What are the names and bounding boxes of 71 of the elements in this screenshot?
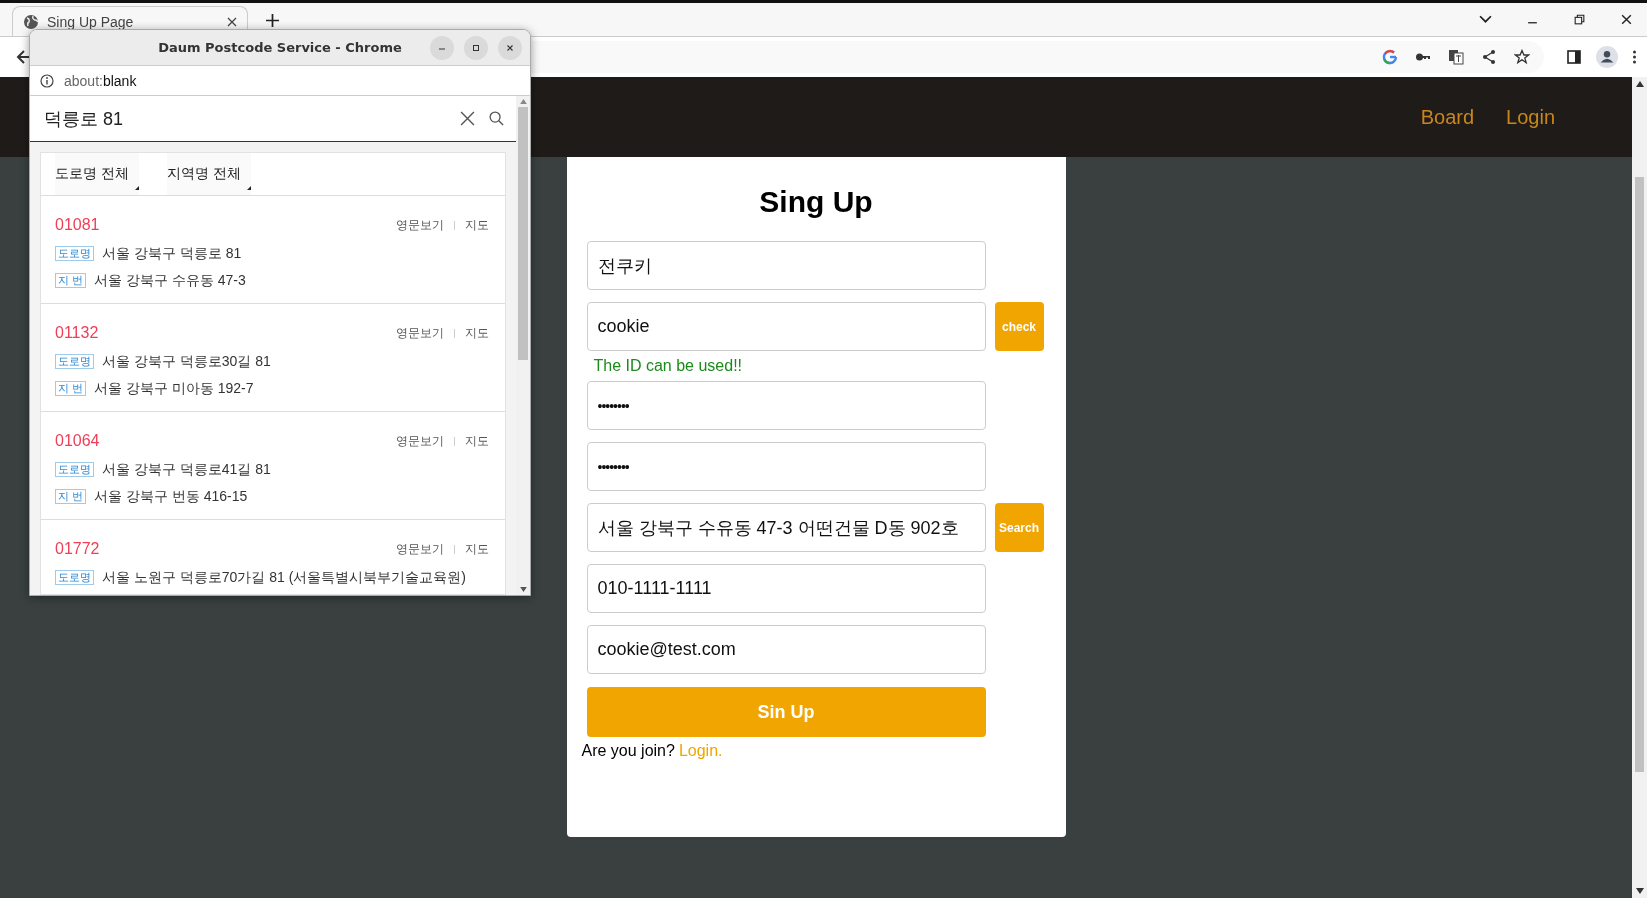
close-icon[interactable]	[1620, 13, 1633, 26]
address-link[interactable]: 서울 강북구 덕릉로41길 81	[102, 460, 271, 479]
globe-icon	[23, 13, 39, 30]
result-link[interactable]: 영문보기	[396, 216, 444, 234]
clear-icon[interactable]	[460, 111, 475, 126]
address-tag: 지 번	[55, 489, 87, 504]
address-tag: 도로명	[55, 462, 94, 477]
result-link[interactable]: 영문보기	[396, 540, 444, 558]
maximize-icon	[471, 43, 481, 53]
postcode-link[interactable]: 01132	[55, 324, 99, 342]
password-field[interactable]: ••••••••	[586, 381, 986, 430]
password-field[interactable]: ••••••••	[586, 442, 986, 491]
side-panel-icon[interactable]	[1566, 49, 1582, 65]
result-link[interactable]: 지도	[465, 216, 489, 234]
filter-dropdown[interactable]: 도로명 전체	[55, 153, 139, 195]
translate-icon[interactable]	[1448, 49, 1464, 65]
profile-icon[interactable]	[1596, 46, 1618, 68]
address-tag: 도로명	[55, 354, 94, 369]
result-link[interactable]: 지도	[465, 324, 489, 342]
id-status-message: The ID can be used!!	[593, 357, 744, 375]
address-link[interactable]: 서울 강북구 미아동 192-7	[94, 379, 254, 398]
menu-icon[interactable]	[1632, 49, 1637, 65]
input-field[interactable]: 010-1111-1111	[586, 564, 986, 613]
url-text: about:blank	[64, 72, 137, 89]
google-icon[interactable]	[1382, 49, 1398, 65]
close-icon[interactable]	[227, 16, 237, 27]
result-link[interactable]: 지도	[465, 540, 489, 558]
address-tag: 지 번	[55, 273, 87, 288]
nav-link[interactable]: Board	[1420, 105, 1475, 129]
info-icon[interactable]	[40, 73, 54, 88]
close-icon	[505, 43, 515, 53]
result-link[interactable]: 영문보기	[396, 432, 444, 450]
scroll-down-icon[interactable]	[1635, 888, 1644, 894]
address-tag: 도로명	[55, 570, 94, 585]
close-button[interactable]	[498, 36, 522, 60]
form-title: Sing Up	[758, 185, 874, 219]
nav-link[interactable]: Login	[1506, 105, 1555, 129]
corner-triangle-icon	[246, 186, 251, 190]
popup-title: Daum Postcode Service - Chrome	[158, 40, 402, 55]
input-field[interactable]: 전쿠키	[586, 241, 986, 290]
back-arrow-icon[interactable]	[16, 49, 32, 65]
corner-triangle-icon	[134, 186, 139, 190]
address-tag: 지 번	[55, 381, 87, 396]
restore-icon[interactable]	[1573, 13, 1586, 26]
tab-title: Sing Up Page	[47, 13, 135, 30]
input-field[interactable]: 서울 강북구 수유동 47-3 어떤건물 D동 902호	[586, 503, 986, 552]
address-tag: 도로명	[55, 246, 94, 261]
address-link[interactable]: 서울 강북구 수유동 47-3	[94, 271, 246, 290]
address-link[interactable]: 서울 강북구 덕릉로30길 81	[102, 352, 271, 371]
maximize-button[interactable]	[464, 36, 488, 60]
postcode-link[interactable]: 01081	[55, 216, 100, 234]
scroll-down-icon[interactable]	[519, 587, 527, 592]
input-field[interactable]: cookie	[586, 302, 986, 351]
new-tab-icon[interactable]	[266, 14, 279, 27]
address-link[interactable]: 서울 노원구 덕릉로70가길 81 (서울특별시북부기술교육원)	[102, 568, 467, 587]
star-icon[interactable]	[1514, 49, 1530, 65]
input-field[interactable]: cookie@test.com	[586, 625, 986, 674]
postcode-link[interactable]: 01772	[55, 540, 100, 558]
result-link[interactable]: 지도	[465, 432, 489, 450]
result-link[interactable]: 영문보기	[396, 324, 444, 342]
address-link[interactable]: 서울 강북구 덕릉로 81	[102, 244, 242, 263]
address-link[interactable]: 서울 강북구 번동 416-15	[94, 487, 248, 506]
scroll-thumb[interactable]	[1635, 177, 1644, 772]
share-icon[interactable]	[1481, 49, 1497, 65]
filter-dropdown[interactable]: 지역명 전체	[166, 153, 251, 195]
scroll-up-icon[interactable]	[1635, 81, 1644, 87]
scroll-thumb[interactable]	[518, 107, 528, 360]
postcode-link[interactable]: 01064	[55, 432, 100, 450]
chevron-down-icon[interactable]	[1479, 13, 1492, 26]
search-icon[interactable]	[489, 111, 504, 126]
footer-text: Are you join?	[581, 742, 675, 760]
